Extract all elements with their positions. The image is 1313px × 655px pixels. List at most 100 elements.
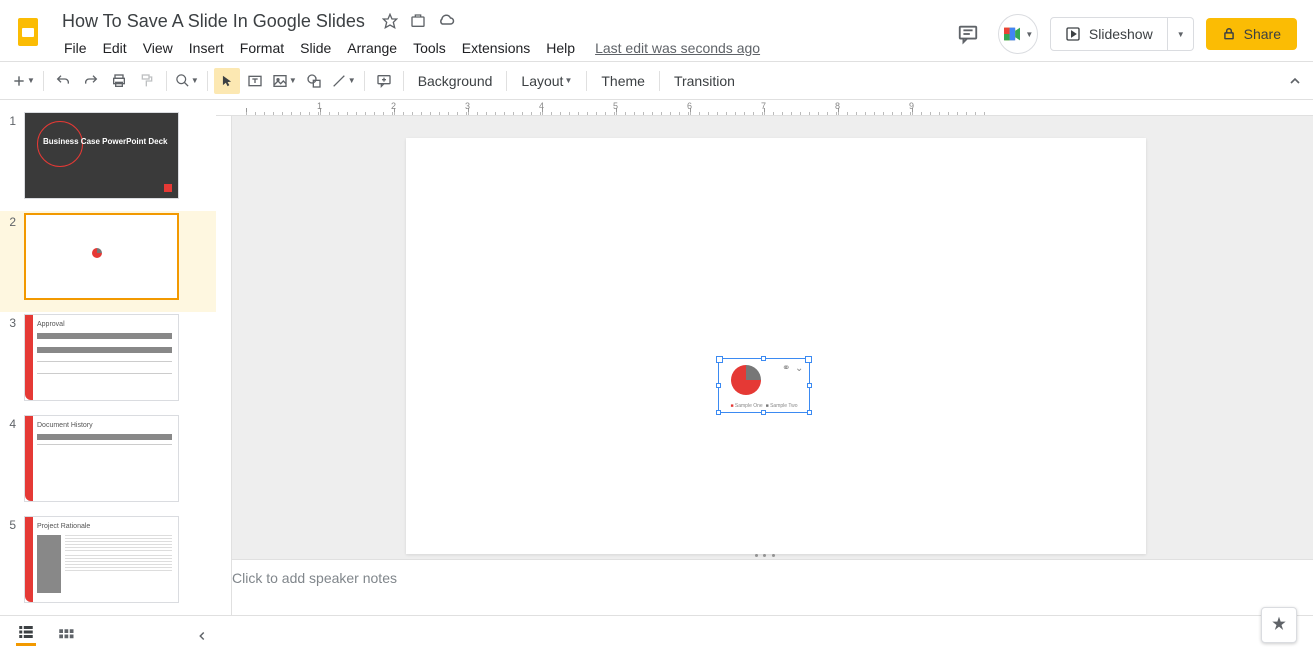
- collapse-filmstrip-icon[interactable]: [192, 626, 212, 646]
- menu-insert[interactable]: Insert: [181, 36, 232, 60]
- slideshow-button[interactable]: Slideshow: [1050, 17, 1168, 51]
- menu-extensions[interactable]: Extensions: [454, 36, 538, 60]
- thumb-title: Business Case PowerPoint Deck: [43, 137, 168, 147]
- pie-chart-icon: [731, 365, 761, 395]
- ruler-tick: 8: [835, 101, 840, 111]
- collapse-toolbar-icon[interactable]: [1287, 73, 1303, 89]
- header: How To Save A Slide In Google Slides Fil…: [0, 0, 1313, 62]
- chevron-down-icon: ▼: [564, 76, 572, 85]
- share-button[interactable]: Share: [1206, 18, 1297, 50]
- shape-tool[interactable]: [301, 68, 327, 94]
- zoom-button[interactable]: ▼: [173, 68, 201, 94]
- chevron-down-icon: ▼: [348, 76, 356, 85]
- comments-icon[interactable]: [950, 16, 986, 52]
- select-tool[interactable]: [214, 68, 240, 94]
- separator: [43, 71, 44, 91]
- ruler-tick: 1: [317, 101, 322, 111]
- slideshow-group: Slideshow ▼: [1050, 17, 1194, 51]
- slide-number: 4: [6, 415, 24, 502]
- undo-button[interactable]: [50, 68, 76, 94]
- transition-button[interactable]: Transition: [666, 68, 743, 94]
- legend-item: Sample Two: [770, 403, 797, 409]
- slide-thumb-3[interactable]: 3 Approval: [0, 312, 216, 413]
- explore-button[interactable]: [1261, 607, 1297, 643]
- redo-button[interactable]: [78, 68, 104, 94]
- toolbar: ▼ ▼ ▼ ▼ Background Layout▼ Theme Transit…: [0, 62, 1313, 100]
- slide-number: 3: [6, 314, 24, 401]
- move-icon[interactable]: [409, 12, 427, 30]
- textbox-tool[interactable]: [242, 68, 268, 94]
- menu-file[interactable]: File: [56, 36, 95, 60]
- background-button[interactable]: Background: [410, 68, 501, 94]
- canvas-area: 1 2 3 4 5 6 7 8 9: [216, 100, 1313, 615]
- chevron-down-icon[interactable]: ⌄: [795, 363, 805, 373]
- separator: [403, 71, 404, 91]
- document-title[interactable]: How To Save A Slide In Google Slides: [56, 9, 371, 34]
- share-label: Share: [1244, 26, 1281, 42]
- layout-label: Layout: [521, 73, 563, 89]
- chevron-down-icon: ▼: [191, 76, 199, 85]
- filmstrip[interactable]: 1 Business Case PowerPoint Deck 2 3 Appr…: [0, 100, 216, 615]
- menu-view[interactable]: View: [135, 36, 181, 60]
- comment-button[interactable]: [371, 68, 397, 94]
- chart-toolbar: ⚭ ⌄: [782, 363, 805, 373]
- selected-chart-object[interactable]: ⚭ ⌄ ■ Sample One ■ Sample Two: [718, 358, 810, 413]
- chevron-down-icon: ▼: [289, 76, 297, 85]
- separator: [659, 71, 660, 91]
- last-edit-link[interactable]: Last edit was seconds ago: [595, 40, 760, 56]
- line-tool[interactable]: ▼: [329, 68, 358, 94]
- slide-thumb-1[interactable]: 1 Business Case PowerPoint Deck: [0, 110, 216, 211]
- ruler-tick: 9: [909, 101, 914, 111]
- paint-format-button[interactable]: [134, 68, 160, 94]
- slide-number: 5: [6, 516, 24, 603]
- slide-thumb-4[interactable]: 4 Document History: [0, 413, 216, 514]
- ruler-tick: 5: [613, 101, 618, 111]
- slideshow-dropdown[interactable]: ▼: [1168, 17, 1194, 51]
- ruler-tick: 3: [465, 101, 470, 111]
- chart-legend: ■ Sample One ■ Sample Two: [729, 403, 799, 409]
- separator: [207, 71, 208, 91]
- chevron-down-icon: ▼: [1025, 30, 1033, 39]
- thumb-title: Project Rationale: [37, 523, 90, 530]
- slides-logo[interactable]: [8, 12, 48, 52]
- chevron-down-icon: ▼: [27, 76, 35, 85]
- menubar: File Edit View Insert Format Slide Arran…: [56, 34, 950, 62]
- ruler-tick: 6: [687, 101, 692, 111]
- ruler-tick: 4: [539, 101, 544, 111]
- filmstrip-view-icon[interactable]: [16, 626, 36, 646]
- main-area: 1 Business Case PowerPoint Deck 2 3 Appr…: [0, 100, 1313, 615]
- layout-button[interactable]: Layout▼: [513, 68, 580, 94]
- legend-item: Sample One: [735, 403, 763, 409]
- menu-arrange[interactable]: Arrange: [339, 36, 405, 60]
- slideshow-label: Slideshow: [1089, 26, 1153, 42]
- ruler-tick: 7: [761, 101, 766, 111]
- slide-thumb-2[interactable]: 2: [0, 211, 216, 312]
- footer: [0, 615, 1313, 655]
- cloud-status-icon[interactable]: [437, 12, 455, 30]
- image-tool[interactable]: ▼: [270, 68, 299, 94]
- new-slide-button[interactable]: ▼: [10, 68, 37, 94]
- theme-button[interactable]: Theme: [593, 68, 653, 94]
- ruler-tick: 2: [391, 101, 396, 111]
- chevron-down-icon: ▼: [1177, 30, 1185, 39]
- speaker-notes[interactable]: Click to add speaker notes: [216, 559, 1313, 615]
- menu-tools[interactable]: Tools: [405, 36, 454, 60]
- meet-button[interactable]: ▼: [998, 14, 1038, 54]
- star-icon[interactable]: [381, 12, 399, 30]
- thumb-title: Document History: [37, 422, 93, 429]
- slide-canvas[interactable]: ⚭ ⌄ ■ Sample One ■ Sample Two: [406, 138, 1146, 554]
- thumb-title: Approval: [37, 321, 65, 328]
- menu-format[interactable]: Format: [232, 36, 292, 60]
- slide-thumb-5[interactable]: 5 Project Rationale: [0, 514, 216, 615]
- slide-number: 1: [6, 112, 24, 199]
- menu-edit[interactable]: Edit: [95, 36, 135, 60]
- print-button[interactable]: [106, 68, 132, 94]
- link-icon[interactable]: ⚭: [782, 363, 792, 373]
- menu-slide[interactable]: Slide: [292, 36, 339, 60]
- slide-number: 2: [6, 213, 24, 300]
- menu-help[interactable]: Help: [538, 36, 583, 60]
- grid-view-icon[interactable]: [56, 626, 76, 646]
- horizontal-ruler[interactable]: 1 2 3 4 5 6 7 8 9: [216, 100, 1313, 116]
- separator: [364, 71, 365, 91]
- slide-editor[interactable]: ⚭ ⌄ ■ Sample One ■ Sample Two: [216, 116, 1313, 551]
